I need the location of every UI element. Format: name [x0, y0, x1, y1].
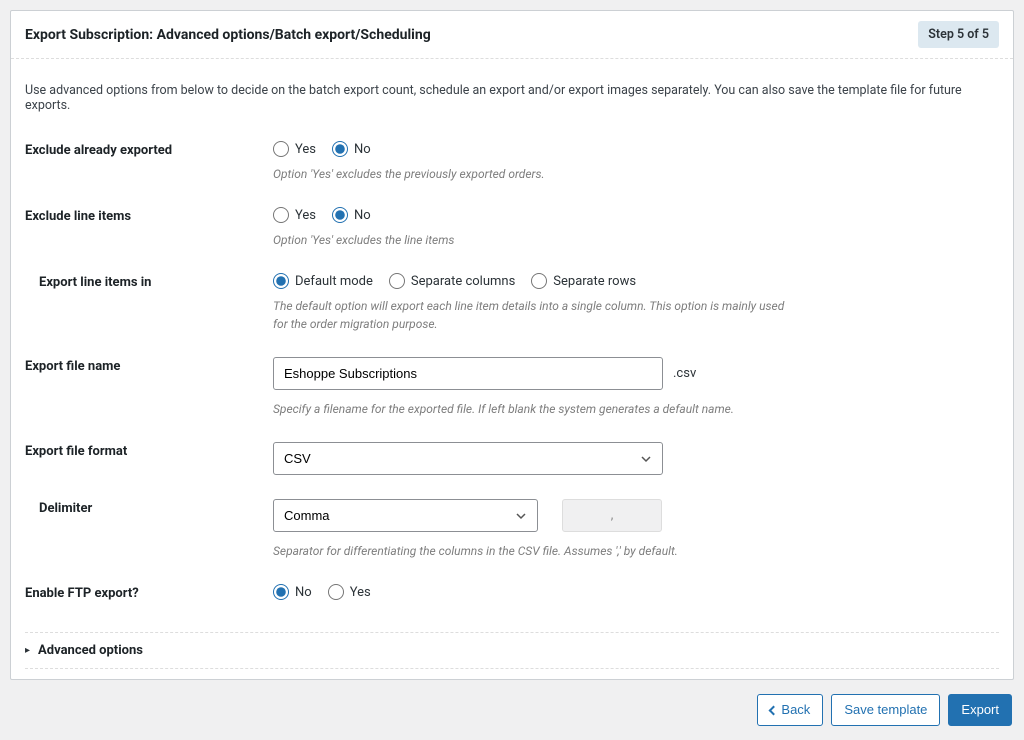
row-exclude-exported: Exclude already exported Yes No Option '…: [25, 141, 999, 183]
label-filename: Export file name: [25, 357, 273, 418]
radio-label: No: [354, 142, 371, 157]
help-line-item-mode: The default option will export each line…: [273, 297, 793, 333]
label-delimiter: Delimiter: [25, 499, 273, 560]
radio-label: Yes: [295, 142, 316, 157]
radio-group-exclude-exported: Yes No: [273, 141, 999, 157]
chevron-left-icon: [769, 705, 779, 715]
delimiter-symbol: ,: [562, 499, 662, 532]
advanced-options-toggle[interactable]: ▸ Advanced options: [25, 632, 999, 668]
control-filename: .csv Specify a filename for the exported…: [273, 357, 999, 418]
radio-label: Default mode: [295, 274, 373, 289]
control-exclude-exported: Yes No Option 'Yes' excludes the previou…: [273, 141, 999, 183]
radio-label: Separate rows: [553, 274, 636, 289]
radio-line-item-default[interactable]: Default mode: [273, 273, 373, 289]
chevron-right-icon: ▸: [25, 645, 30, 656]
row-line-item-mode: Export line items in Default mode Separa…: [25, 273, 999, 333]
help-exclude-line-items: Option 'Yes' excludes the line items: [273, 231, 999, 249]
radio-ftp-yes[interactable]: Yes: [328, 584, 371, 600]
label-ftp: Enable FTP export?: [25, 584, 273, 608]
control-fileformat: CSV: [273, 442, 999, 475]
radio-exclude-line-items-yes[interactable]: Yes: [273, 207, 316, 223]
radio-line-item-columns[interactable]: Separate columns: [389, 273, 515, 289]
radio-label: No: [354, 208, 371, 223]
export-button[interactable]: Export: [948, 694, 1012, 726]
control-exclude-line-items: Yes No Option 'Yes' excludes the line it…: [273, 207, 999, 249]
fileformat-select[interactable]: CSV: [273, 442, 663, 475]
row-filename: Export file name .csv Specify a filename…: [25, 357, 999, 418]
radio-group-line-item-mode: Default mode Separate columns Separate r…: [273, 273, 999, 289]
label-line-item-mode: Export line items in: [25, 273, 273, 333]
page-title: Export Subscription: Advanced options/Ba…: [25, 27, 431, 43]
radio-group-ftp: No Yes: [273, 584, 999, 600]
radio-exclude-line-items-no[interactable]: No: [332, 207, 371, 223]
back-button-label: Back: [781, 701, 810, 719]
radio-group-exclude-line-items: Yes No: [273, 207, 999, 223]
divider: [25, 668, 999, 669]
delimiter-select[interactable]: Comma: [273, 499, 538, 532]
radio-label: Separate columns: [411, 274, 515, 289]
radio-line-item-rows[interactable]: Separate rows: [531, 273, 636, 289]
footer: Back Save template Export: [10, 680, 1014, 730]
label-exclude-line-items: Exclude line items: [25, 207, 273, 249]
intro-text: Use advanced options from below to decid…: [25, 83, 999, 113]
control-delimiter: Comma , Separator for differentiating th…: [273, 499, 999, 560]
radio-label: Yes: [295, 208, 316, 223]
help-delimiter: Separator for differentiating the column…: [273, 542, 999, 560]
step-badge: Step 5 of 5: [918, 21, 999, 48]
filename-ext: .csv: [673, 366, 696, 381]
radio-ftp-no[interactable]: No: [273, 584, 312, 600]
control-line-item-mode: Default mode Separate columns Separate r…: [273, 273, 999, 333]
label-fileformat: Export file format: [25, 442, 273, 475]
row-fileformat: Export file format CSV: [25, 442, 999, 475]
filename-input[interactable]: [273, 357, 663, 390]
row-ftp: Enable FTP export? No Yes: [25, 584, 999, 608]
help-exclude-exported: Option 'Yes' excludes the previously exp…: [273, 165, 999, 183]
radio-exclude-exported-no[interactable]: No: [332, 141, 371, 157]
row-exclude-line-items: Exclude line items Yes No Option 'Yes' e…: [25, 207, 999, 249]
help-filename: Specify a filename for the exported file…: [273, 400, 999, 418]
radio-label: Yes: [350, 585, 371, 600]
radio-label: No: [295, 585, 312, 600]
save-template-button[interactable]: Save template: [831, 694, 940, 726]
main-panel: Export Subscription: Advanced options/Ba…: [10, 10, 1014, 680]
back-button[interactable]: Back: [757, 694, 823, 726]
advanced-options-label: Advanced options: [38, 643, 143, 658]
panel-body: Use advanced options from below to decid…: [11, 59, 1013, 679]
radio-exclude-exported-yes[interactable]: Yes: [273, 141, 316, 157]
label-exclude-exported: Exclude already exported: [25, 141, 273, 183]
row-delimiter: Delimiter Comma , Separator for differen…: [25, 499, 999, 560]
control-ftp: No Yes: [273, 584, 999, 608]
panel-header: Export Subscription: Advanced options/Ba…: [11, 11, 1013, 59]
